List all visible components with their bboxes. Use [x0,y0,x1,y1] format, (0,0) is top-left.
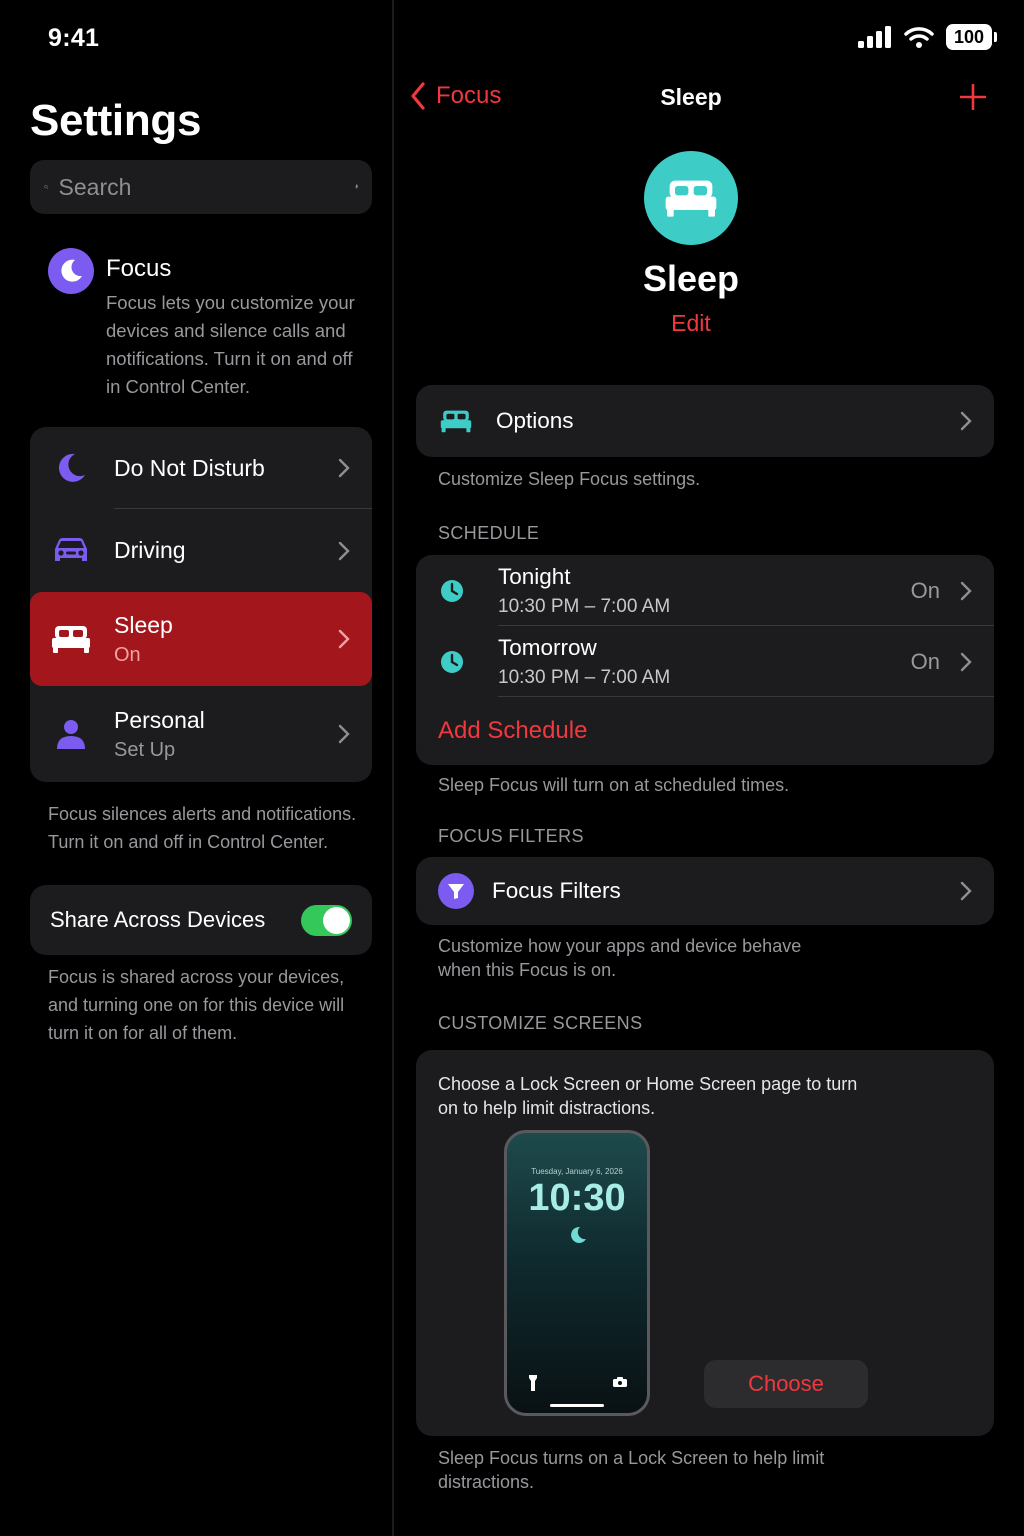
filters-caption: Customize how your apps and device behav… [438,936,802,980]
focus-intro: Focus Focus lets you customize your devi… [48,248,372,401]
car-icon [50,536,92,566]
page-title: Settings [30,96,202,145]
schedule-caption: Sleep Focus will turn on at scheduled ti… [438,775,790,795]
options-row[interactable]: Options [416,385,994,457]
choose-button[interactable]: Choose [704,1360,868,1408]
share-across-devices-row: Share Across Devices [30,885,372,955]
focus-moon-icon [48,248,94,294]
schedule-card: Tonight 10:30 PM – 7:00 AM On Tomorrow 1… [416,555,994,765]
chevron-right-icon [960,881,972,901]
schedule-label: Tomorrow [498,634,597,660]
screens-card: Choose a Lock Screen or Home Screen page… [416,1050,994,1436]
schedule-state: On [910,648,940,674]
share-label: Share Across Devices [50,907,266,932]
mode-row-sleep[interactable]: Sleep On [30,592,372,686]
chevron-right-icon [338,458,350,478]
clock-icon [441,579,463,602]
preview-date: Tuesday, January 6, 2026 [531,1167,623,1176]
mode-status: Set Up [114,738,176,761]
search-icon [44,185,49,189]
mode-row-do-not-disturb[interactable]: Do Not Disturb [30,427,372,509]
focus-mode-list: Do Not Disturb Driving Sleep On Personal… [30,427,372,782]
options-card: Options [416,385,994,457]
chevron-right-icon [960,581,972,600]
screens-header: CUSTOMIZE SCREENS [438,1013,643,1033]
filters-card: Focus Filters [416,857,994,925]
search-input[interactable] [58,173,355,201]
bed-icon [50,624,92,654]
sleep-detail-pane: Focus Sleep Sleep Edit Options Customize… [394,0,1024,1536]
add-schedule-row[interactable]: Add Schedule [416,697,994,765]
camera-icon [613,1377,627,1387]
schedule-time: 10:30 PM – 7:00 AM [498,595,671,617]
focus-title: Focus [106,255,172,282]
mode-label: Personal [114,706,205,733]
share-footnote: Focus is shared across your devices, and… [48,967,345,1043]
screens-caption: Sleep Focus turns on a Lock Screen to he… [438,1448,825,1492]
nav-title: Sleep [660,84,722,110]
add-schedule-button[interactable]: Add Schedule [416,717,587,745]
lock-screen-preview[interactable]: Tuesday, January 6, 2026 10:30 [504,1130,650,1416]
chevron-right-icon [338,629,350,649]
search-bar[interactable] [30,160,372,214]
share-toggle[interactable] [301,904,352,936]
focus-description: Focus lets you customize your devices an… [106,292,355,397]
schedule-header: SCHEDULE [438,523,540,543]
options-caption: Customize Sleep Focus settings. [438,469,701,489]
schedule-state: On [910,577,940,603]
chevron-right-icon [338,541,350,560]
microphone-icon[interactable] [354,172,358,202]
clock-icon [441,650,463,673]
filters-header: FOCUS FILTERS [438,826,584,846]
moon-icon [571,1226,586,1243]
chevron-right-icon [960,652,972,671]
mode-row-personal[interactable]: Personal Set Up [30,686,372,782]
chevron-right-icon [338,724,350,744]
mode-label: Sleep [114,611,173,638]
moon-icon [50,451,92,485]
preview-time: 10:30 [528,1177,626,1219]
filters-label: Focus Filters [492,878,621,903]
mode-label: Driving [114,537,186,563]
modes-footnote: Focus silences alerts and notifications.… [48,804,357,852]
bed-icon [440,410,472,433]
add-icon[interactable] [960,84,986,110]
person-icon [50,718,92,750]
settings-sidebar: Settings Focus Focus lets you customize … [0,0,392,1536]
mode-label: Do Not Disturb [114,454,265,481]
edit-button[interactable]: Edit [394,310,988,337]
sleep-bed-icon [644,151,738,245]
chevron-right-icon [960,411,972,431]
schedule-label: Tonight [498,563,571,589]
screens-description: Choose a Lock Screen or Home Screen page… [438,1074,858,1118]
schedule-row-tomorrow[interactable]: Tomorrow 10:30 PM – 7:00 AM On [416,626,994,697]
schedule-time: 10:30 PM – 7:00 AM [498,666,671,688]
options-label: Options [496,408,574,433]
filter-icon [438,873,474,909]
schedule-row-tonight[interactable]: Tonight 10:30 PM – 7:00 AM On [416,555,994,626]
mode-row-driving[interactable]: Driving [30,509,372,592]
mode-status: On [114,643,141,666]
focus-filters-row[interactable]: Focus Filters [416,857,994,925]
home-indicator [550,1404,604,1407]
flashlight-icon [529,1375,537,1391]
focus-name: Sleep [642,258,740,299]
